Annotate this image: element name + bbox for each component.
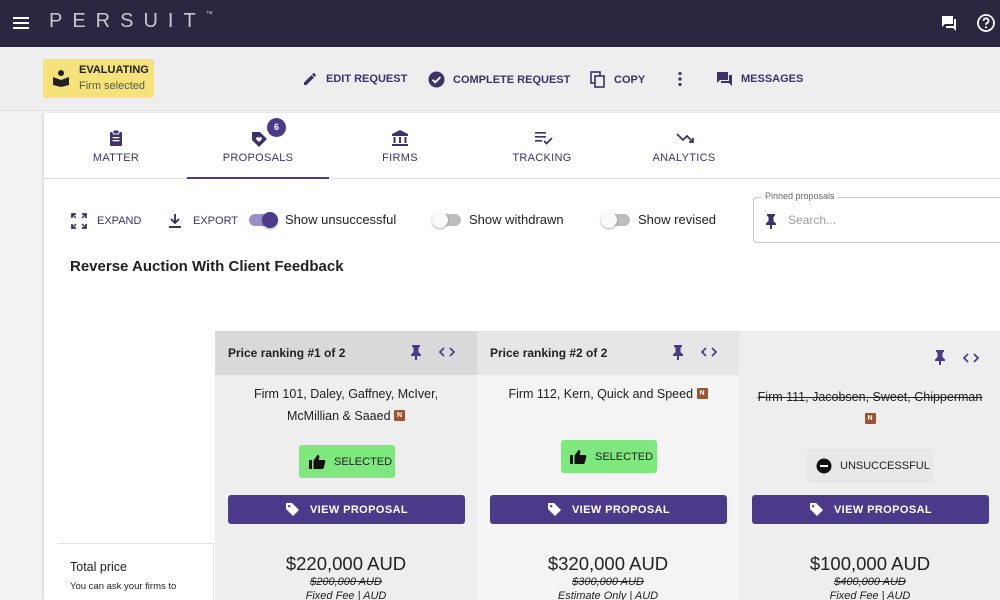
proposal-column: Price ranking #1 of 2 Firm 101, Daley, G… (215, 331, 477, 600)
proposals-count-badge: 6 (267, 118, 286, 137)
view-proposal-button[interactable]: VIEW PROPOSAL (490, 495, 727, 524)
copy-icon (590, 71, 605, 88)
tab-tracking[interactable]: TRACKING (471, 113, 613, 179)
expand-icon (71, 213, 87, 229)
edit-request-button[interactable]: EDIT REQUEST (302, 71, 407, 87)
firm-name[interactable]: Firm 112, Kern, Quick and Speed N (477, 383, 739, 405)
more-vert-icon (678, 71, 682, 87)
fee-type: Estimate Only | AUD (557, 590, 659, 600)
proposal-header (739, 331, 1000, 375)
show-revised-toggle[interactable]: Show revised (601, 211, 716, 228)
checklist-icon (535, 132, 553, 145)
previous-price: $400,000 AUD (834, 576, 906, 588)
n-badge: N (696, 388, 708, 400)
download-icon (169, 214, 181, 228)
action-bar: EVALUATING Firm selected EDIT REQUEST CO… (0, 47, 1000, 111)
brand-logo[interactable]: PERSUIT™ (49, 10, 213, 33)
pin-icon[interactable] (409, 344, 423, 360)
status-title: EVALUATING (79, 64, 149, 76)
section-title: Reverse Auction With Client Feedback (70, 258, 344, 275)
complete-request-button[interactable]: COMPLETE REQUEST (428, 71, 570, 88)
view-proposal-button[interactable]: VIEW PROPOSAL (228, 495, 465, 524)
tab-analytics[interactable]: ANALYTICS (613, 113, 755, 179)
tab-firms[interactable]: FIRMS (329, 113, 471, 179)
price: $100,000 AUD (809, 553, 931, 574)
total-price-subtitle: You can ask your firms to (70, 581, 177, 592)
selected-badge[interactable]: SELECTED (299, 445, 395, 478)
messages-icon (717, 72, 732, 86)
show-withdrawn-toggle[interactable]: Show withdrawn (432, 211, 564, 228)
export-button[interactable]: EXPORT (167, 213, 238, 229)
status-badge: EVALUATING Firm selected (43, 59, 154, 98)
total-price-cell: $320,000 AUD $300,000 AUD Estimate Only … (477, 543, 739, 600)
tag-icon (809, 503, 823, 516)
more-options-button[interactable] (677, 71, 691, 87)
clipboard-icon (110, 129, 122, 146)
total-price-cell: $100,000 AUD $400,000 AUD Fixed Fee | AU… (739, 543, 1000, 600)
expand-button[interactable]: EXPAND (71, 213, 141, 229)
help-icon[interactable] (976, 13, 996, 33)
pin-icon[interactable] (671, 344, 685, 360)
price-ranking: Price ranking #2 of 2 (490, 346, 608, 360)
price: $220,000 AUD (285, 553, 407, 574)
show-unsuccessful-toggle[interactable]: Show unsuccessful (249, 211, 396, 228)
n-badge: N (394, 410, 405, 422)
proposal-header: Price ranking #2 of 2 (477, 331, 739, 375)
unsuccessful-badge[interactable]: UNSUCCESSFUL (807, 449, 933, 483)
proposal-header: Price ranking #1 of 2 (215, 331, 477, 375)
n-badge: N (864, 413, 876, 425)
top-bar: PERSUIT™ (0, 0, 1000, 47)
code-icon[interactable] (963, 352, 979, 364)
pencil-icon (304, 73, 316, 85)
total-price-label-cell: Total price You can ask your firms to (58, 543, 214, 600)
pin-icon (766, 214, 776, 229)
total-price-title: Total price (70, 560, 127, 574)
view-proposal-button[interactable]: VIEW PROPOSAL (752, 495, 989, 524)
pin-icon[interactable] (933, 349, 947, 365)
previous-price: $200,000 AUD (310, 576, 382, 588)
pinned-search-input[interactable] (788, 210, 988, 230)
code-icon[interactable] (439, 346, 455, 358)
price: $320,000 AUD (547, 553, 669, 574)
check-circle-icon (428, 71, 445, 88)
tab-bar: MATTER 6 PROPOSALS FIRMS TRACKING ANALYT… (44, 113, 1000, 179)
copy-button[interactable]: COPY (590, 71, 645, 88)
firm-name[interactable]: Firm 111, Jacobsen, Sweet, Chipperman N (739, 386, 1000, 430)
tag-icon (285, 503, 299, 516)
pinned-proposals-label: Pinned proposals (762, 191, 838, 201)
thumbs-up-icon (309, 454, 326, 469)
status-subtitle: Firm selected (79, 80, 146, 92)
previous-price: $300,000 AUD (572, 576, 644, 588)
price-ranking: Price ranking #1 of 2 (228, 346, 346, 360)
tag-icon (547, 503, 561, 516)
minus-circle-icon (816, 458, 832, 474)
book-reader-icon (53, 70, 69, 87)
tag-heart-icon (252, 132, 267, 147)
firm-name[interactable]: Firm 101, Daley, Gaffney, McIver, McMill… (215, 383, 477, 427)
total-price-cell: $220,000 AUD $200,000 AUD Fixed Fee | AU… (215, 543, 477, 600)
tab-proposals[interactable]: 6 PROPOSALS (187, 113, 329, 179)
code-icon[interactable] (701, 346, 717, 358)
proposals-card: MATTER 6 PROPOSALS FIRMS TRACKING ANALYT… (44, 113, 1000, 600)
messages-button[interactable]: MESSAGES (716, 71, 803, 87)
selected-badge[interactable]: SELECTED (561, 440, 657, 473)
proposal-column: Firm 111, Jacobsen, Sweet, Chipperman N … (739, 331, 1000, 600)
proposal-column: Price ranking #2 of 2 Firm 112, Kern, Qu… (477, 331, 739, 600)
trend-down-icon (676, 133, 694, 143)
menu-icon[interactable] (12, 14, 30, 32)
bank-icon (392, 130, 408, 146)
thumbs-up-icon (570, 449, 587, 464)
chat-icon[interactable] (940, 14, 958, 32)
pinned-proposals-search: Pinned proposals (753, 191, 1000, 243)
fee-type: Fixed Fee | AUD (305, 590, 387, 600)
fee-type: Fixed Fee | AUD (829, 590, 911, 600)
tab-matter[interactable]: MATTER (45, 113, 187, 179)
